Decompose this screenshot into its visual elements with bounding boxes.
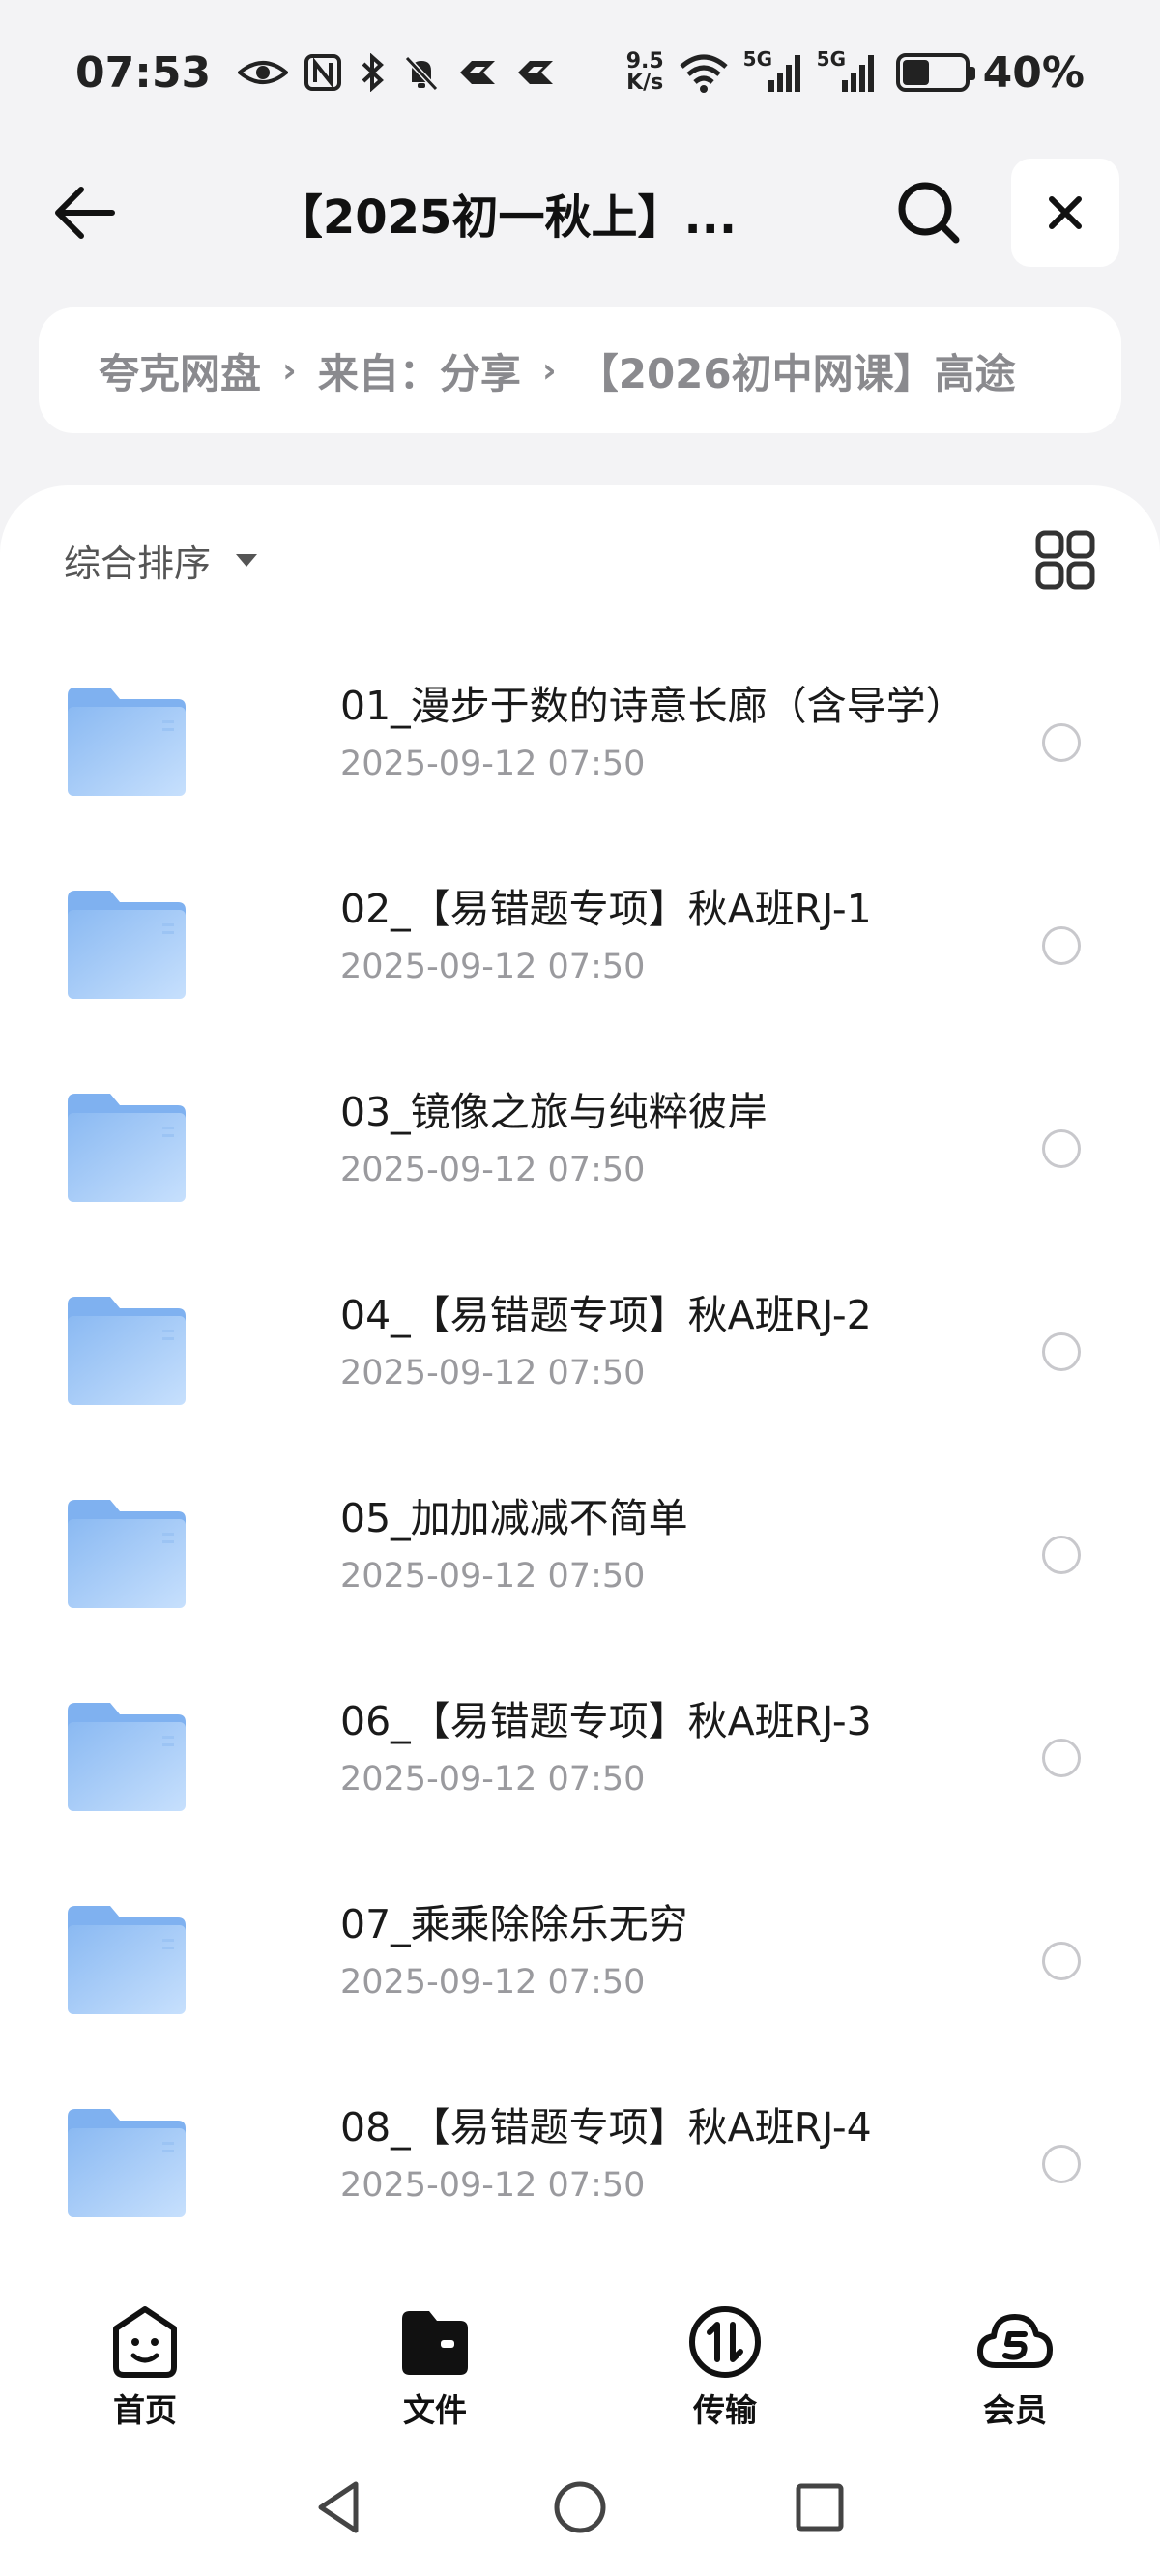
status-right: 9.5 K/s 5G 5G 40% [625,47,1085,98]
bluetooth-icon [362,53,385,92]
breadcrumb-item-root[interactable]: 夸克网盘 [99,341,261,400]
search-icon [898,182,960,244]
caret-down-icon[interactable] [236,553,258,567]
home-circle-icon[interactable] [551,2478,609,2536]
signal-2: 5G [817,47,877,94]
list-item[interactable]: 05_加加减减不简单 2025-09-12 07:50 [0,1452,1160,1655]
transfer-icon [689,2306,761,2378]
breadcrumb-item-folder[interactable]: 【2026初中网课】高途 [578,341,1016,400]
header: 【2025初一秋上】... [0,155,1160,271]
select-radio[interactable] [1042,1942,1081,1980]
wifi-icon [680,54,728,93]
file-name: 04_【易错题专项】秋A班RJ-2 [340,1292,872,1338]
battery-icon [895,53,975,92]
nav-member[interactable]: 会员 [870,2274,1160,2439]
close-button[interactable] [1011,159,1119,267]
file-name: 05_加加减减不简单 [340,1495,688,1541]
app-notify-icon-2 [518,61,554,84]
list-item[interactable]: 02_【易错题专项】秋A班RJ-1 2025-09-12 07:50 [0,843,1160,1046]
file-date: 2025-09-12 07:50 [340,1963,646,2002]
list-item[interactable]: 03_镜像之旅与纯粹彼岸 2025-09-12 07:50 [0,1046,1160,1249]
app-notify-icon [460,61,496,84]
select-radio[interactable] [1042,723,1081,762]
folder-icon [68,688,186,796]
file-list: 01_漫步于数的诗意长廊（含导学） 2025-09-12 07:50 02_【易… [0,640,1160,2265]
file-name: 06_【易错题专项】秋A班RJ-3 [340,1698,872,1744]
eye-icon [238,61,289,84]
back-triangle-icon[interactable] [311,2478,369,2536]
file-name: 08_【易错题专项】秋A班RJ-4 [340,2104,872,2151]
member-cloud-icon [977,2314,1053,2368]
net-speed: 9.5 K/s [625,49,664,95]
status-icons [238,53,557,92]
list-item[interactable]: 04_【易错题专项】秋A班RJ-2 2025-09-12 07:50 [0,1249,1160,1452]
folder-icon [68,891,186,999]
system-nav-bar [0,2439,1160,2576]
file-date: 2025-09-12 07:50 [340,1151,646,1189]
status-left: 07:53 [75,48,557,98]
file-date: 2025-09-12 07:50 [340,1557,646,1595]
recents-square-icon[interactable] [791,2478,849,2536]
file-name: 02_【易错题专项】秋A班RJ-1 [340,886,872,932]
select-radio[interactable] [1042,1739,1081,1777]
folder-icon [68,1094,186,1202]
list-item[interactable]: 07_乘乘除除乐无穷 2025-09-12 07:50 [0,1859,1160,2062]
nav-member-label: 会员 [983,2391,1047,2429]
folder-icon [68,1297,186,1405]
select-radio[interactable] [1042,1332,1081,1371]
back-button[interactable] [41,169,128,256]
file-name: 01_漫步于数的诗意长廊（含导学） [340,683,966,729]
battery-level: 40% [982,47,1085,98]
list-item[interactable]: 01_漫步于数的诗意长廊（含导学） 2025-09-12 07:50 [0,640,1160,843]
select-radio[interactable] [1042,926,1081,965]
folder-icon [68,1500,186,1608]
nav-transfer[interactable]: 传输 [580,2274,870,2439]
home-smile-icon [113,2306,177,2378]
page: 07:53 9.5 K/s 5G 5G 40% 【2025初一秋上】... 夸克… [0,0,1160,2576]
arrow-left-icon [55,187,115,239]
close-icon [1049,196,1082,229]
search-button[interactable] [885,169,972,256]
chevron-right-icon: › [541,350,557,391]
bottom-nav: 首页 文件 传输 会员 [0,2274,1160,2439]
mute-bell-icon [404,55,439,92]
clock: 07:53 [75,47,212,98]
file-date: 2025-09-12 07:50 [340,1760,646,1799]
select-radio[interactable] [1042,1536,1081,1574]
breadcrumb: 夸克网盘 › 来自：分享 › 【2026初中网课】高途 [39,307,1121,433]
nfc-icon [304,54,342,91]
breadcrumb-item-share[interactable]: 来自：分享 [318,341,521,400]
folder-icon [68,2109,186,2217]
chevron-right-icon: › [282,350,297,391]
nav-files-label: 文件 [403,2391,467,2429]
page-title: 【2025初一秋上】... [276,190,738,245]
select-radio[interactable] [1042,2145,1081,2183]
nav-home[interactable]: 首页 [0,2274,290,2439]
sort-dropdown[interactable]: 综合排序 [64,534,211,587]
list-item[interactable]: 06_【易错题专项】秋A班RJ-3 2025-09-12 07:50 [0,1655,1160,1859]
file-date: 2025-09-12 07:50 [340,948,646,986]
folder-icon [68,1906,186,2014]
list-item[interactable]: 08_【易错题专项】秋A班RJ-4 2025-09-12 07:50 [0,2062,1160,2265]
select-radio[interactable] [1042,1129,1081,1168]
file-date: 2025-09-12 07:50 [340,1354,646,1392]
nav-home-label: 首页 [113,2391,177,2429]
file-name: 03_镜像之旅与纯粹彼岸 [340,1089,768,1135]
file-date: 2025-09-12 07:50 [340,2166,646,2205]
file-name: 07_乘乘除除乐无穷 [340,1901,688,1947]
status-bar: 07:53 9.5 K/s 5G 5G 40% [0,0,1160,145]
folder-icon [402,2311,468,2375]
nav-files[interactable]: 文件 [290,2274,580,2439]
file-panel: 综合排序 01_漫步于数的诗意长廊（含导学） 2025-09-12 07:50 … [0,485,1160,2274]
signal-1: 5G [743,47,803,94]
nav-transfer-label: 传输 [693,2391,757,2429]
file-date: 2025-09-12 07:50 [340,745,646,783]
folder-icon [68,1703,186,1811]
grid-view-icon[interactable] [1034,529,1096,591]
sort-row: 综合排序 [0,524,1160,596]
